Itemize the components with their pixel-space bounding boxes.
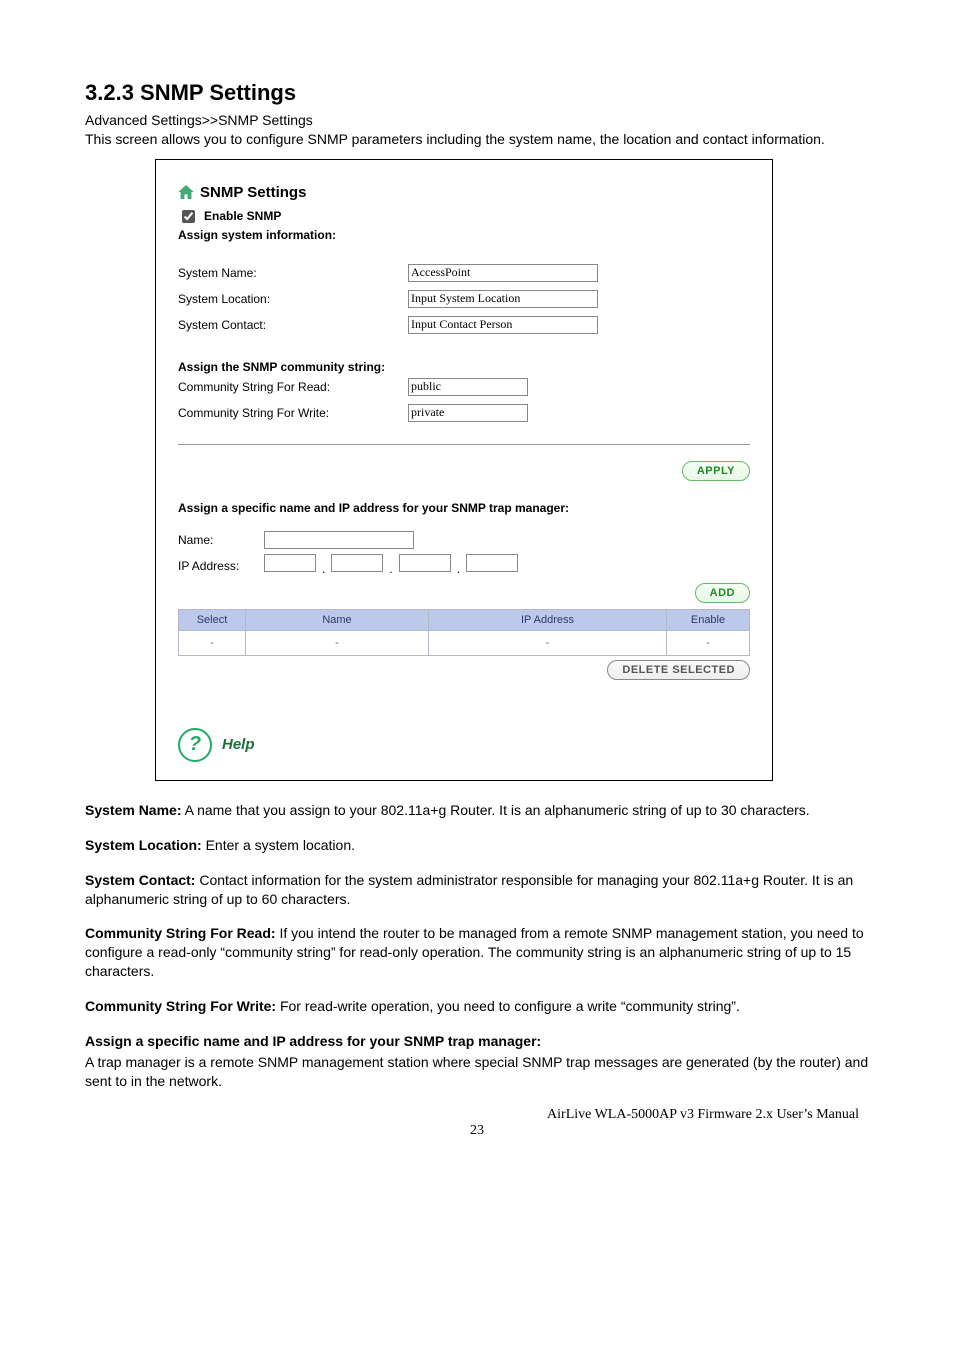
- desc-system-name-text: A name that you assign to your 802.11a+g…: [182, 802, 810, 818]
- desc-trap-text: A trap manager is a remote SNMP manageme…: [85, 1053, 869, 1091]
- table-cell-ip: -: [429, 630, 667, 655]
- table-header-enable: Enable: [667, 609, 750, 630]
- desc-community-write-text: For read-write operation, you need to co…: [276, 998, 740, 1014]
- delete-selected-button[interactable]: DELETE SELECTED: [607, 660, 750, 680]
- desc-system-contact-term: System Contact:: [85, 872, 195, 888]
- desc-system-location-text: Enter a system location.: [202, 837, 355, 853]
- trap-heading: Assign a specific name and IP address fo…: [178, 501, 750, 515]
- enable-snmp-checkbox[interactable]: [182, 210, 195, 223]
- system-name-label: System Name:: [178, 266, 408, 280]
- table-cell-select: -: [179, 630, 246, 655]
- trap-ip-group: . . .: [264, 554, 518, 578]
- section-heading: 3.2.3 SNMP Settings: [85, 80, 869, 106]
- trap-ip-octet-1[interactable]: [264, 554, 316, 572]
- trap-name-input[interactable]: [264, 531, 414, 549]
- trap-name-label: Name:: [178, 533, 264, 547]
- trap-ip-label: IP Address:: [178, 559, 264, 573]
- table-header-select: Select: [179, 609, 246, 630]
- description-block: System Name: A name that you assign to y…: [85, 801, 869, 1091]
- community-read-input[interactable]: [408, 378, 528, 396]
- trap-ip-octet-3[interactable]: [399, 554, 451, 572]
- desc-trap-heading-term: Assign a specific name and IP address fo…: [85, 1033, 541, 1049]
- community-heading: Assign the SNMP community string:: [178, 360, 750, 374]
- help-link[interactable]: Help: [222, 736, 255, 753]
- snmp-settings-panel: SNMP Settings Enable SNMP Assign system …: [155, 159, 773, 781]
- system-contact-input[interactable]: [408, 316, 598, 334]
- system-location-label: System Location:: [178, 292, 408, 306]
- community-write-label: Community String For Write:: [178, 406, 408, 420]
- table-header-name: Name: [246, 609, 429, 630]
- panel-title: SNMP Settings: [200, 184, 306, 201]
- trap-ip-octet-4[interactable]: [466, 554, 518, 572]
- breadcrumb: Advanced Settings>>SNMP Settings: [85, 112, 869, 128]
- divider: [178, 444, 750, 445]
- desc-community-read-term: Community String For Read:: [85, 925, 276, 941]
- intro-text: This screen allows you to configure SNMP…: [85, 130, 869, 149]
- table-cell-name: -: [246, 630, 429, 655]
- community-read-label: Community String For Read:: [178, 380, 408, 394]
- assign-system-info-label: Assign system information:: [178, 228, 750, 242]
- desc-community-write-term: Community String For Write:: [85, 998, 276, 1014]
- system-name-input[interactable]: [408, 264, 598, 282]
- system-location-input[interactable]: [408, 290, 598, 308]
- add-button[interactable]: ADD: [695, 583, 750, 603]
- system-contact-label: System Contact:: [178, 318, 408, 332]
- table-cell-enable: -: [667, 630, 750, 655]
- desc-system-location-term: System Location:: [85, 837, 202, 853]
- enable-snmp-label: Enable SNMP: [204, 209, 281, 223]
- table-row: - - - -: [179, 630, 750, 655]
- home-icon: [178, 185, 194, 199]
- desc-system-contact-text: Contact information for the system admin…: [85, 872, 853, 907]
- trap-manager-table: Select Name IP Address Enable - - - -: [178, 609, 750, 656]
- apply-button[interactable]: APPLY: [682, 461, 750, 481]
- table-header-ip: IP Address: [429, 609, 667, 630]
- help-icon[interactable]: ?: [178, 728, 212, 762]
- trap-ip-octet-2[interactable]: [331, 554, 383, 572]
- desc-system-name-term: System Name:: [85, 802, 182, 818]
- footer-page-number: 23: [85, 1123, 869, 1139]
- footer-manual-title: AirLive WLA-5000AP v3 Firmware 2.x User’…: [85, 1107, 859, 1123]
- community-write-input[interactable]: [408, 404, 528, 422]
